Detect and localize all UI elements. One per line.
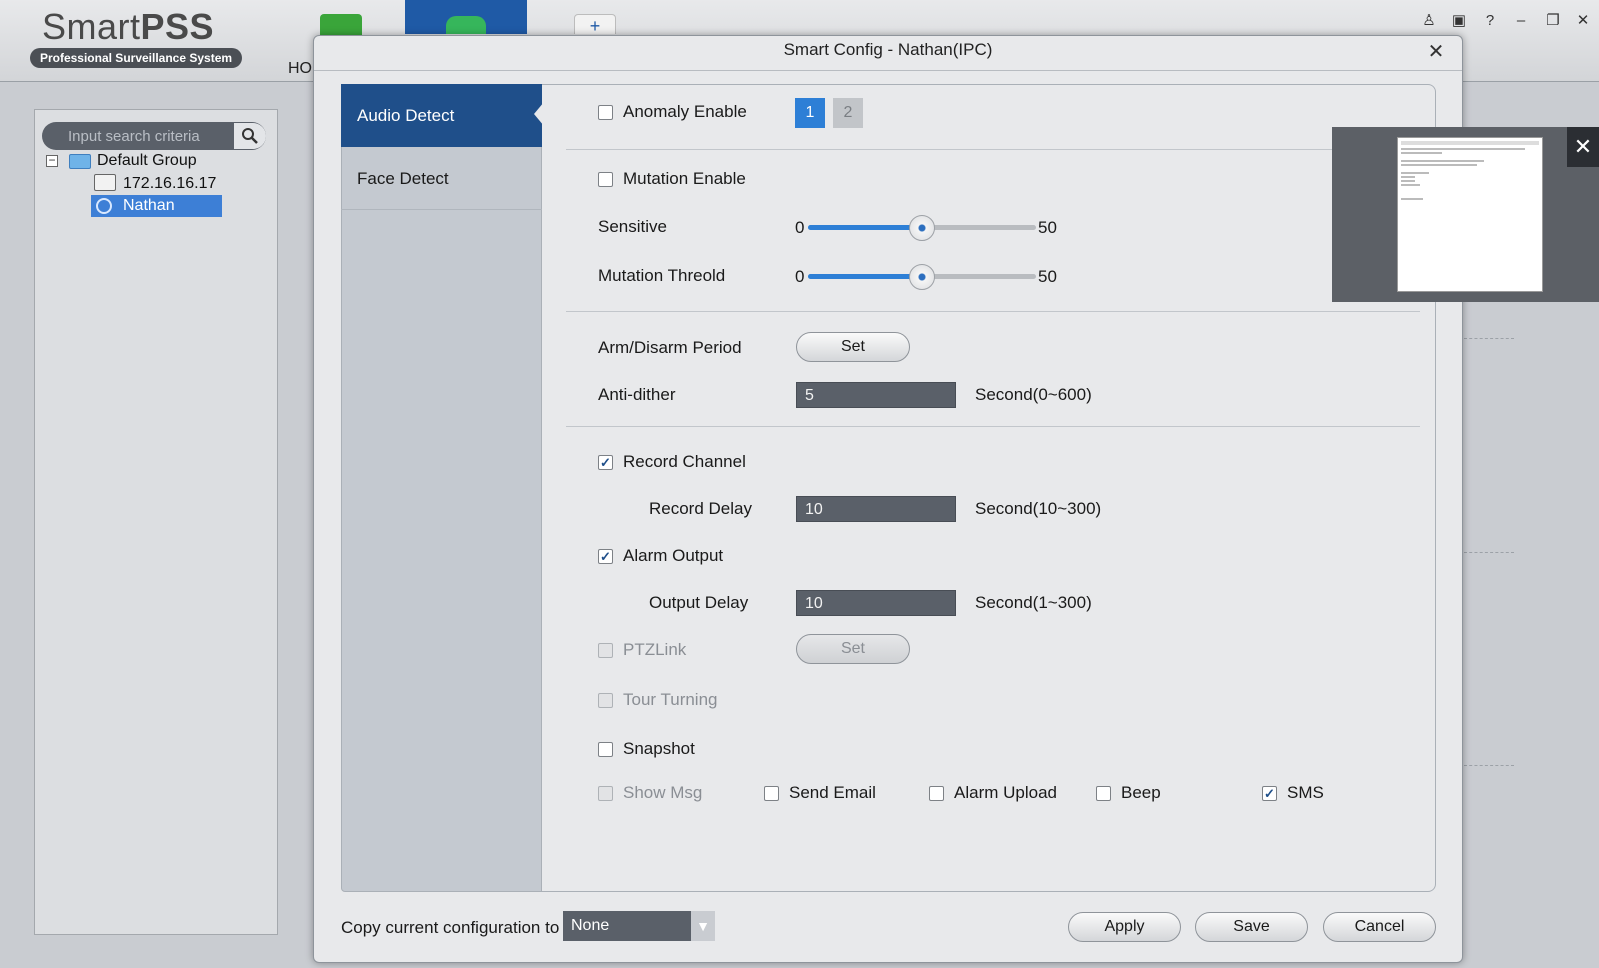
mutation-threshold-max: 50	[1038, 267, 1057, 286]
anti-dither-input[interactable]: 5	[796, 382, 956, 408]
mutation-threshold-min: 0	[795, 267, 805, 286]
sensitive-slider-fill	[808, 225, 922, 230]
thumbnail-text-line	[1401, 184, 1421, 186]
home-tab-label: HO	[288, 60, 312, 77]
thumbnail-text-line	[1401, 164, 1477, 166]
show-msg-checkbox	[598, 786, 613, 801]
dvr-device-icon	[94, 174, 116, 191]
background-divider	[1464, 552, 1514, 553]
folder-icon	[69, 154, 91, 169]
thumbnail-text-line	[1401, 198, 1424, 200]
tree-collapse-icon[interactable]: −	[46, 154, 58, 167]
apply-button[interactable]: Apply	[1068, 912, 1181, 942]
ptz-link-checkbox	[598, 643, 613, 658]
section-divider	[566, 149, 1420, 150]
thumbnail-text-line	[1401, 160, 1484, 162]
help-icon[interactable]: ?	[1479, 10, 1501, 32]
lock-icon[interactable]: ▣	[1448, 10, 1470, 32]
anomaly-enable-checkbox[interactable]	[598, 105, 613, 120]
background-divider	[1464, 765, 1514, 766]
mutation-threshold-label: Mutation Threold	[598, 266, 726, 285]
record-delay-unit: Second(10~300)	[975, 499, 1102, 518]
record-delay-input[interactable]: 10	[796, 496, 956, 522]
preview-close-icon[interactable]: ✕	[1567, 127, 1599, 167]
tour-turning-label: Tour Turning	[623, 690, 718, 709]
alarm-upload-label: Alarm Upload	[954, 783, 1057, 802]
nav-face-detect[interactable]: Face Detect	[341, 147, 542, 210]
thumbnail-text-line	[1401, 152, 1443, 154]
show-msg-label: Show Msg	[623, 783, 703, 802]
record-channel-label: Record Channel	[623, 452, 746, 471]
snapshot-checkbox[interactable]	[598, 742, 613, 757]
anti-dither-label: Anti-dither	[598, 385, 676, 404]
close-icon[interactable]: ✕	[1572, 10, 1594, 32]
sensitive-min: 0	[795, 218, 805, 237]
dialog-close-icon[interactable]: ✕	[1424, 40, 1448, 64]
send-email-checkbox[interactable]	[764, 786, 779, 801]
tree-item-device[interactable]: 172.16.16.17	[123, 173, 216, 195]
app-logo: SmartPSS	[42, 6, 215, 47]
thumbnail-text-line	[1401, 180, 1415, 182]
thumbnail-menubar	[1401, 141, 1539, 145]
anomaly-enable-label: Anomaly Enable	[623, 102, 747, 121]
sms-label: SMS	[1287, 783, 1324, 802]
preview-thumbnail	[1397, 137, 1543, 292]
mutation-enable-checkbox[interactable]	[598, 172, 613, 187]
minimize-icon[interactable]: –	[1510, 10, 1532, 32]
tree-item-camera-label[interactable]: Nathan	[123, 195, 175, 217]
config-content-panel	[542, 84, 1436, 892]
search-input[interactable]	[52, 124, 232, 148]
section-divider	[566, 426, 1420, 427]
arm-disarm-set-button[interactable]: Set	[796, 332, 910, 362]
mutation-enable-label: Mutation Enable	[623, 169, 746, 188]
output-delay-input[interactable]: 10	[796, 590, 956, 616]
user-icon[interactable]: ♙	[1418, 10, 1440, 32]
tour-turning-checkbox	[598, 693, 613, 708]
alarm-upload-checkbox[interactable]	[929, 786, 944, 801]
sensitive-slider-handle[interactable]	[909, 215, 935, 241]
thumbnail-text-line	[1401, 148, 1526, 150]
thumbnail-text-line	[1401, 172, 1429, 174]
tree-item-default-group[interactable]: Default Group	[97, 150, 197, 172]
alarm-output-checkbox[interactable]: ✓	[598, 549, 613, 564]
search-icon[interactable]	[234, 123, 266, 149]
arm-disarm-label: Arm/Disarm Period	[598, 338, 742, 357]
beep-checkbox[interactable]	[1096, 786, 1111, 801]
device-tree-panel	[34, 109, 278, 935]
add-tab-button[interactable]: +	[574, 14, 616, 36]
beep-label: Beep	[1121, 783, 1161, 802]
background-divider	[1464, 338, 1514, 339]
ptz-link-label: PTZLink	[623, 640, 687, 659]
send-email-label: Send Email	[789, 783, 876, 802]
sms-checkbox[interactable]: ✓	[1262, 786, 1277, 801]
output-delay-unit: Second(1~300)	[975, 593, 1092, 612]
alarm-output-label: Alarm Output	[623, 546, 724, 565]
page-button-1[interactable]: 1	[795, 98, 825, 128]
anti-dither-unit: Second(0~600)	[975, 385, 1092, 404]
output-delay-label: Output Delay	[649, 593, 749, 612]
sensitive-max: 50	[1038, 218, 1057, 237]
cancel-button[interactable]: Cancel	[1323, 912, 1436, 942]
restore-icon[interactable]: ❐	[1542, 10, 1564, 32]
thumbnail-text-line	[1401, 176, 1415, 178]
mutation-threshold-slider-fill	[808, 274, 922, 279]
mutation-threshold-slider-handle[interactable]	[909, 264, 935, 290]
camera-icon	[96, 198, 112, 214]
section-divider	[566, 311, 1420, 312]
nav-audio-detect[interactable]: Audio Detect	[341, 84, 542, 147]
copy-config-label: Copy current configuration to	[341, 918, 560, 937]
page-button-2[interactable]: 2	[833, 98, 863, 128]
dialog-title-divider	[314, 70, 1462, 71]
record-channel-checkbox[interactable]: ✓	[598, 455, 613, 470]
ptz-link-set-button: Set	[796, 634, 910, 664]
device-tab-icon	[446, 16, 486, 34]
snapshot-label: Snapshot	[623, 739, 695, 758]
app-subtitle: Professional Surveillance System	[30, 48, 242, 68]
sensitive-label: Sensitive	[598, 217, 667, 236]
save-button[interactable]: Save	[1195, 912, 1308, 942]
record-delay-label: Record Delay	[649, 499, 752, 518]
chevron-down-icon[interactable]: ▼	[691, 911, 715, 941]
dialog-title: Smart Config - Nathan(IPC)	[783, 40, 993, 59]
